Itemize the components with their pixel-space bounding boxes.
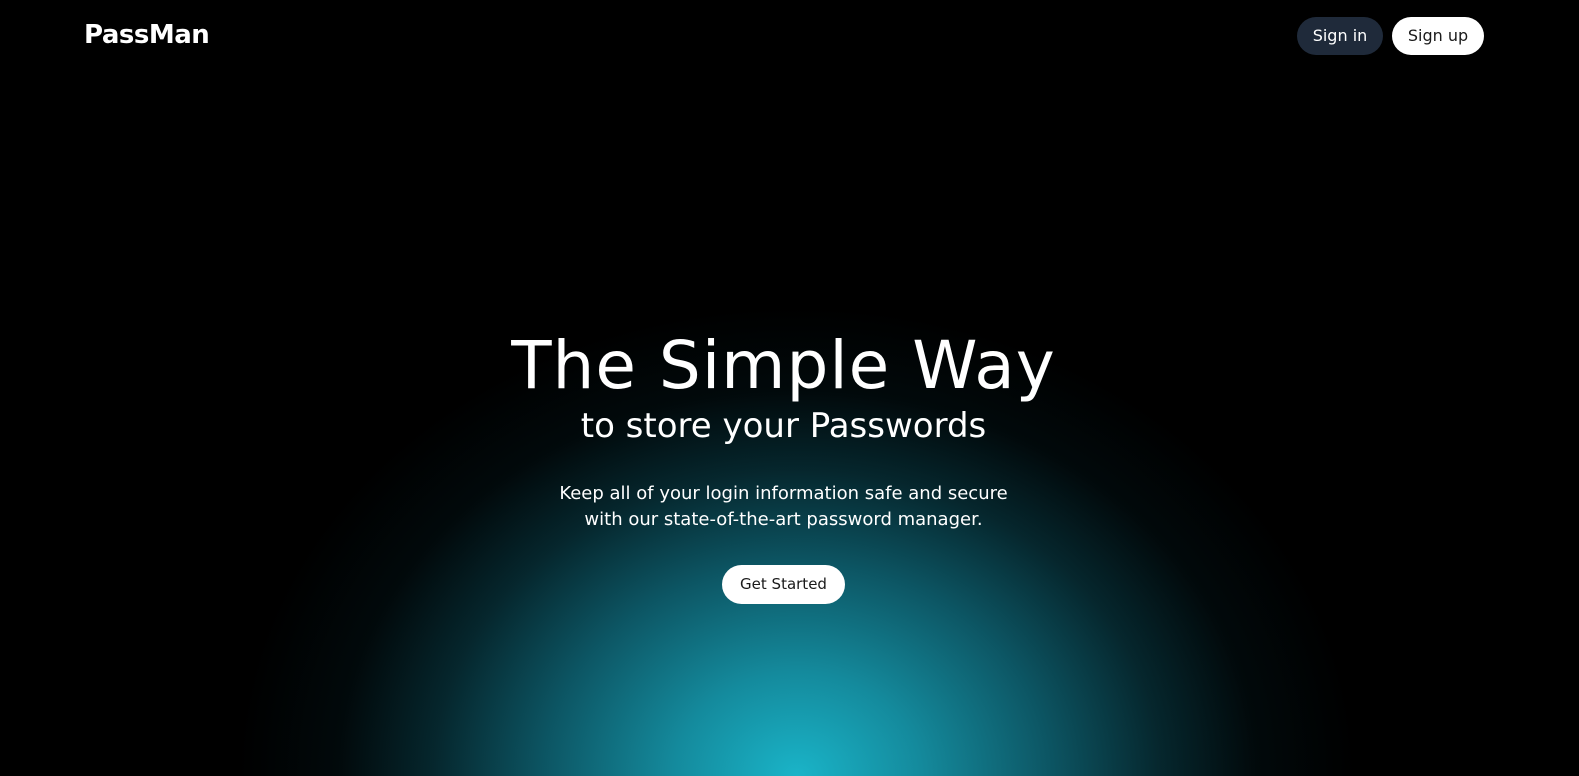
hero-title: The Simple Way bbox=[511, 327, 1056, 404]
landing-page: PassMan Sign in Sign up The Simple Way t… bbox=[0, 0, 1579, 776]
hero-subtitle: to store your Passwords bbox=[580, 406, 987, 446]
sign-in-button[interactable]: Sign in bbox=[1297, 17, 1383, 55]
hero-description: Keep all of your login information safe … bbox=[0, 481, 1567, 533]
hero-description-line-2: with our state-of-the-art password manag… bbox=[584, 509, 983, 530]
sign-up-button[interactable]: Sign up bbox=[1392, 17, 1484, 55]
brand-logo[interactable]: PassMan bbox=[84, 18, 210, 52]
hero-description-line-1: Keep all of your login information safe … bbox=[559, 483, 1008, 504]
get-started-button[interactable]: Get Started bbox=[722, 565, 845, 604]
